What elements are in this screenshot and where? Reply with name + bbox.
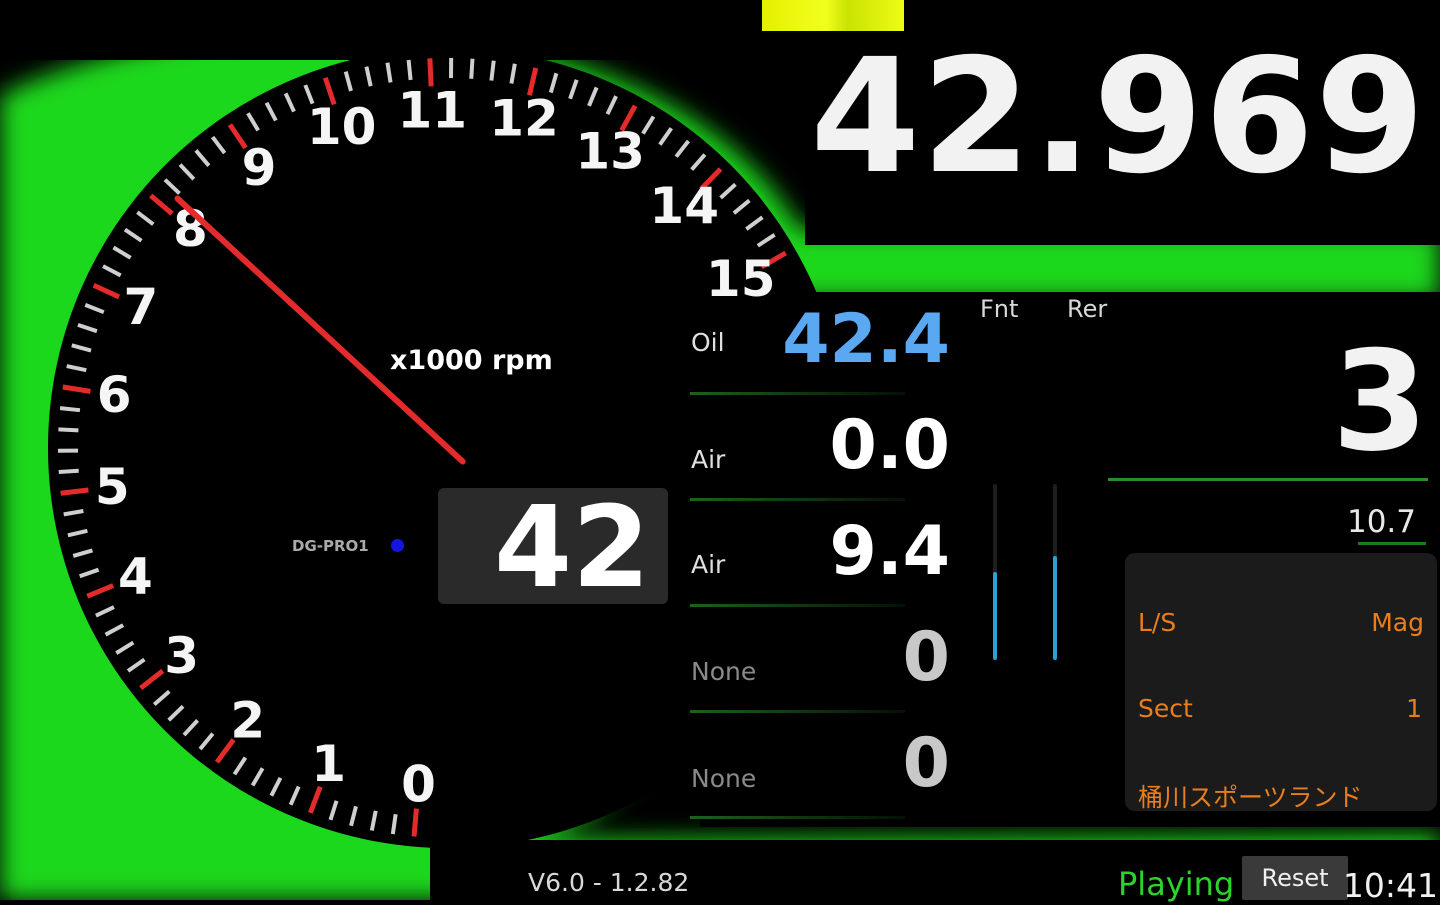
tick-label: 6: [97, 366, 132, 424]
ls-value: Mag: [1371, 608, 1424, 637]
tick-label: 0: [401, 756, 436, 814]
tick-label: 2: [230, 691, 265, 749]
gear-underline: [1108, 478, 1428, 481]
tick-label: 1: [311, 735, 346, 793]
tick-label: 11: [397, 81, 467, 139]
connection-indicator-dot: [391, 539, 404, 552]
tick-minor: [491, 61, 493, 81]
tick-label: 7: [123, 278, 158, 336]
info-panel: [1125, 553, 1437, 811]
tick-minor: [58, 429, 78, 430]
track-name: 桶川スポーツランド: [1138, 778, 1363, 814]
lap-time-display: 42.969: [810, 38, 1426, 196]
secondary-value-underline: [1358, 542, 1426, 545]
tick-minor: [59, 471, 79, 472]
tick-label: 12: [489, 90, 559, 148]
reset-button[interactable]: Reset: [1242, 856, 1348, 900]
rear-bar-fill: [1053, 556, 1057, 660]
sensor-separator: [690, 816, 905, 819]
front-bar-fill: [993, 572, 997, 660]
tick-minor: [471, 59, 472, 79]
rear-bar-label: Rer: [1067, 295, 1107, 323]
tick-label: 13: [575, 122, 645, 180]
tick-label: 14: [649, 177, 719, 235]
speed-value: 42: [438, 490, 650, 606]
device-label: DG-PRO1: [292, 537, 369, 555]
secondary-value: 10.7: [1347, 504, 1416, 540]
version-label: V6.0 - 1.2.82: [528, 868, 689, 897]
tick-minor: [60, 408, 80, 410]
top-left-fill: [0, 0, 805, 60]
sensor-value-air-1: 0.0: [690, 412, 950, 480]
tick-label: 4: [118, 547, 153, 605]
tick-minor: [393, 814, 396, 834]
sensor-separator: [690, 498, 905, 501]
tick-label: 5: [95, 458, 130, 516]
gear-value: 3: [1332, 333, 1428, 471]
tick-label: 10: [307, 98, 377, 156]
sensor-separator: [690, 604, 905, 607]
tick-major: [61, 490, 89, 493]
sensor-value-oil: 42.4: [690, 306, 950, 374]
front-bar-label: Fnt: [980, 295, 1018, 323]
playback-status: Playing: [1118, 865, 1234, 903]
sensor-value-none-1: 0: [690, 624, 950, 692]
sensor-value-air-2: 9.4: [690, 518, 950, 586]
sensor-separator: [690, 392, 905, 395]
sensor-separator: [690, 710, 905, 713]
clock: 10:41: [1343, 866, 1438, 905]
sensor-value-none-2: 0: [690, 730, 950, 798]
sect-value: 1: [1406, 694, 1422, 723]
sect-label: Sect: [1138, 694, 1193, 723]
tick-label: 15: [706, 250, 776, 308]
tick-minor: [409, 60, 411, 80]
rpm-unit-label: x1000 rpm: [390, 345, 553, 376]
tick-label: 9: [242, 139, 277, 197]
ls-label: L/S: [1138, 608, 1176, 637]
tick-label: 3: [164, 627, 199, 685]
